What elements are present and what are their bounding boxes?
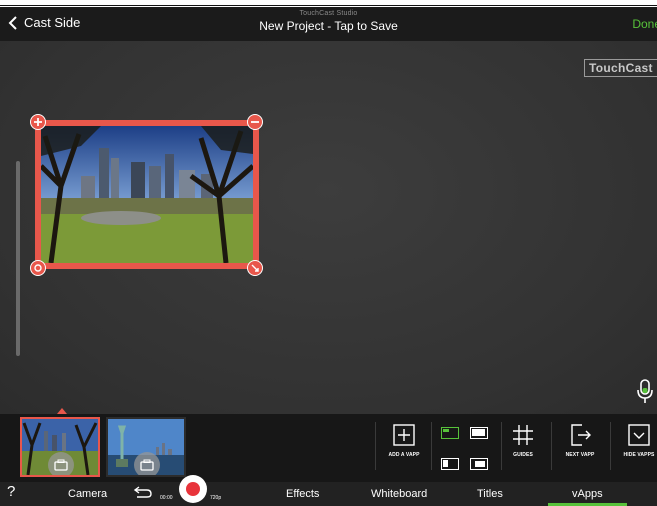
touchcast-logo: TouchCast xyxy=(584,59,657,77)
back-chevron-icon xyxy=(8,15,17,30)
record-button[interactable] xyxy=(179,475,207,503)
studio-label: TouchCast Studio xyxy=(299,10,358,17)
thumbnail-camera-button[interactable] xyxy=(48,452,74,475)
hide-vapps-icon xyxy=(628,424,650,446)
next-vapp-button[interactable]: NEXT VAPP xyxy=(562,422,598,474)
camera-icon xyxy=(140,459,154,471)
bottom-tab-bar: ? Camera 00:00 720p Effects Whiteboard T… xyxy=(0,482,657,506)
minus-icon xyxy=(251,121,259,123)
record-timer: 00:00 xyxy=(160,495,173,501)
tab-effects[interactable]: Effects xyxy=(286,488,319,500)
add-vapp-label: ADD A VAPP xyxy=(388,452,420,458)
app-window: Cast Side TouchCast Studio New Project -… xyxy=(0,0,657,506)
plus-icon xyxy=(34,118,42,126)
layout-presets xyxy=(437,425,497,475)
resize-corner-handle[interactable] xyxy=(247,260,263,276)
help-icon[interactable]: ? xyxy=(7,483,15,500)
add-vapp-icon xyxy=(393,424,415,446)
record-icon xyxy=(186,482,200,496)
divider xyxy=(375,422,376,470)
status-strip xyxy=(0,0,657,6)
vertical-scrollbar[interactable] xyxy=(16,161,20,356)
next-vapp-icon xyxy=(571,424,591,446)
layout-full[interactable] xyxy=(470,427,488,439)
divider xyxy=(431,422,432,470)
guides-button[interactable]: GUIDES xyxy=(509,422,537,474)
layout-bottom-right[interactable] xyxy=(470,458,488,470)
tab-camera[interactable]: Camera xyxy=(68,488,107,500)
layout-small-top-left[interactable] xyxy=(441,427,459,439)
thumbnail-liberty[interactable] xyxy=(106,417,186,477)
back-button[interactable]: Cast Side xyxy=(8,15,80,30)
stage-canvas[interactable]: TouchCast xyxy=(0,41,657,414)
divider xyxy=(501,422,502,470)
back-label: Cast Side xyxy=(24,15,81,30)
divider xyxy=(551,422,552,470)
tab-titles[interactable]: Titles xyxy=(477,488,503,500)
header-title-group: TouchCast Studio New Project - Tap to Sa… xyxy=(0,10,657,35)
thumbnail-camera-button[interactable] xyxy=(134,452,160,475)
hide-vapps-button[interactable]: HIDE VAPPS xyxy=(621,422,657,474)
camera-icon xyxy=(54,459,68,471)
divider xyxy=(610,422,611,470)
park-photo xyxy=(41,126,253,263)
resize-icon xyxy=(251,264,259,272)
rotate-icon xyxy=(34,264,42,272)
add-vapp-button[interactable]: ADD A VAPP xyxy=(385,422,423,474)
microphone-icon[interactable] xyxy=(634,376,656,406)
rotate-corner-handle[interactable] xyxy=(30,260,46,276)
thumbnail-toolbar: ADD A VAPP GUIDES NEXT VAPP HIDE VAPPS xyxy=(0,414,657,482)
guides-icon xyxy=(513,425,533,445)
header-bar: Cast Side TouchCast Studio New Project -… xyxy=(0,7,657,41)
layout-left-half[interactable] xyxy=(441,458,459,470)
undo-icon[interactable] xyxy=(133,486,153,498)
thumbnail-park[interactable] xyxy=(20,417,100,477)
next-vapp-label: NEXT VAPP xyxy=(565,452,595,458)
guides-label: GUIDES xyxy=(513,452,533,458)
tab-whiteboard[interactable]: Whiteboard xyxy=(371,488,427,500)
add-corner-handle[interactable] xyxy=(30,114,46,130)
project-title[interactable]: New Project - Tap to Save xyxy=(259,19,398,33)
hide-vapps-label: HIDE VAPPS xyxy=(623,452,655,458)
done-button[interactable]: Done xyxy=(632,17,657,31)
resolution-label: 720p xyxy=(210,495,222,501)
remove-corner-handle[interactable] xyxy=(247,114,263,130)
tab-vapps[interactable]: vApps xyxy=(548,488,626,506)
photo-vapp[interactable] xyxy=(35,120,259,269)
